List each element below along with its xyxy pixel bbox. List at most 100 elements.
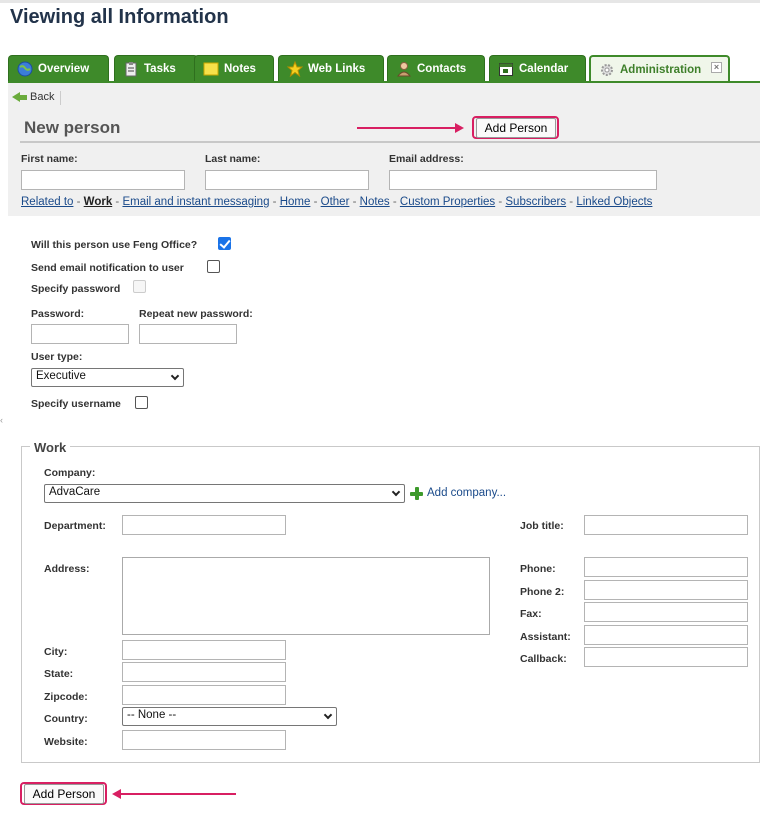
top-rule bbox=[0, 0, 760, 3]
first-name-input[interactable] bbox=[21, 170, 185, 190]
calendar-icon bbox=[498, 61, 514, 77]
job-title-input[interactable] bbox=[584, 515, 748, 535]
zipcode-input[interactable] bbox=[122, 685, 286, 705]
phone-label: Phone: bbox=[520, 563, 556, 575]
department-input[interactable] bbox=[122, 515, 286, 535]
tab-label: Tasks bbox=[144, 62, 176, 75]
specify-username-label: Specify username bbox=[31, 398, 121, 410]
tab-label: Administration bbox=[620, 63, 702, 76]
work-legend: Work bbox=[30, 440, 71, 455]
password-label: Password: bbox=[31, 308, 85, 320]
first-name-label: First name: bbox=[21, 153, 78, 165]
chevron-down-icon bbox=[391, 487, 401, 497]
tab-label: Notes bbox=[224, 62, 256, 75]
collapse-handle[interactable]: ‹ bbox=[0, 415, 4, 439]
link-other[interactable]: Other bbox=[321, 196, 350, 208]
tab-label: Web Links bbox=[308, 62, 366, 75]
country-select[interactable]: -- None -- bbox=[122, 707, 337, 726]
department-label: Department: bbox=[44, 520, 106, 532]
email-label: Email address: bbox=[389, 153, 464, 165]
email-input[interactable] bbox=[389, 170, 657, 190]
page-title: Viewing all Information bbox=[10, 6, 229, 28]
tab-contacts[interactable]: Contacts bbox=[387, 55, 485, 81]
assistant-input[interactable] bbox=[584, 625, 748, 645]
add-person-button-top[interactable]: Add Person bbox=[476, 118, 556, 138]
phone2-label: Phone 2: bbox=[520, 586, 565, 598]
repeat-password-input[interactable] bbox=[139, 324, 237, 344]
link-related-to[interactable]: Related to bbox=[21, 196, 73, 208]
user-type-value: Executive bbox=[36, 370, 86, 382]
tab-tasks[interactable]: Tasks bbox=[114, 55, 198, 81]
link-linked-objects[interactable]: Linked Objects bbox=[576, 196, 652, 208]
website-input[interactable] bbox=[122, 730, 286, 750]
star-icon bbox=[286, 60, 304, 77]
country-value: -- None -- bbox=[127, 709, 177, 721]
clipboard-icon bbox=[123, 61, 139, 77]
tab-overview[interactable]: Overview bbox=[8, 55, 109, 81]
address-textarea[interactable] bbox=[122, 557, 490, 635]
city-input[interactable] bbox=[122, 640, 286, 660]
tab-administration[interactable]: Administration × bbox=[589, 55, 730, 82]
link-subscribers[interactable]: Subscribers bbox=[505, 196, 566, 208]
person-icon bbox=[396, 61, 412, 77]
add-person-button-bottom[interactable]: Add Person bbox=[24, 784, 104, 804]
link-email-im[interactable]: Email and instant messaging bbox=[122, 196, 269, 208]
tab-label: Contacts bbox=[417, 62, 467, 75]
globe-icon bbox=[17, 61, 33, 77]
use-feng-label: Will this person use Feng Office? bbox=[31, 239, 198, 251]
user-type-select[interactable]: Executive bbox=[31, 368, 184, 387]
back-arrow-icon bbox=[12, 92, 20, 102]
company-label: Company: bbox=[44, 467, 96, 479]
specify-username-checkbox[interactable] bbox=[135, 396, 148, 409]
zipcode-label: Zipcode: bbox=[44, 691, 88, 703]
annotation-arrow bbox=[357, 127, 457, 129]
tab-calendar[interactable]: Calendar bbox=[489, 55, 586, 81]
address-label: Address: bbox=[44, 563, 90, 575]
link-notes[interactable]: Notes bbox=[360, 196, 390, 208]
website-label: Website: bbox=[44, 736, 88, 748]
send-email-checkbox[interactable] bbox=[207, 260, 220, 273]
phone-input[interactable] bbox=[584, 557, 748, 577]
user-type-label: User type: bbox=[31, 351, 83, 363]
use-feng-checkbox[interactable] bbox=[218, 237, 231, 250]
link-custom-properties[interactable]: Custom Properties bbox=[400, 196, 495, 208]
toolbar-divider bbox=[60, 91, 61, 105]
link-work[interactable]: Work bbox=[84, 196, 113, 208]
password-input[interactable] bbox=[31, 324, 129, 344]
state-input[interactable] bbox=[122, 662, 286, 682]
tab-web-links[interactable]: Web Links bbox=[278, 55, 384, 81]
company-value: AdvaCare bbox=[49, 486, 101, 498]
city-label: City: bbox=[44, 646, 68, 658]
tab-notes[interactable]: Notes bbox=[194, 55, 274, 81]
fax-input[interactable] bbox=[584, 602, 748, 622]
phone2-input[interactable] bbox=[584, 580, 748, 600]
specify-password-checkbox[interactable] bbox=[133, 280, 146, 293]
chevron-down-icon bbox=[323, 710, 333, 720]
send-email-label: Send email notification to user bbox=[31, 262, 184, 274]
last-name-input[interactable] bbox=[205, 170, 369, 190]
close-icon[interactable]: × bbox=[711, 62, 722, 73]
repeat-password-label: Repeat new password: bbox=[139, 308, 253, 320]
callback-input[interactable] bbox=[584, 647, 748, 667]
add-icon[interactable] bbox=[410, 487, 423, 500]
last-name-label: Last name: bbox=[205, 153, 261, 165]
chevron-down-icon bbox=[170, 371, 180, 381]
gear-icon bbox=[599, 62, 615, 78]
sticky-note-icon bbox=[203, 61, 219, 77]
add-company-link[interactable]: Add company... bbox=[427, 487, 506, 499]
assistant-label: Assistant: bbox=[520, 631, 571, 643]
section-links: Related to - Work - Email and instant me… bbox=[21, 196, 653, 208]
back-button[interactable]: Back bbox=[12, 91, 54, 103]
callback-label: Callback: bbox=[520, 653, 567, 665]
form-title: New person bbox=[24, 118, 121, 137]
company-select[interactable]: AdvaCare bbox=[44, 484, 405, 503]
fax-label: Fax: bbox=[520, 608, 542, 620]
specify-password-label: Specify password bbox=[31, 283, 121, 295]
annotation-arrow bbox=[120, 793, 236, 795]
form-header-panel: Back New person First name: Last name: E… bbox=[8, 81, 760, 216]
country-label: Country: bbox=[44, 713, 88, 725]
annotation-arrowhead bbox=[455, 123, 464, 133]
tab-label: Overview bbox=[38, 62, 90, 75]
state-label: State: bbox=[44, 668, 74, 680]
link-home[interactable]: Home bbox=[280, 196, 311, 208]
